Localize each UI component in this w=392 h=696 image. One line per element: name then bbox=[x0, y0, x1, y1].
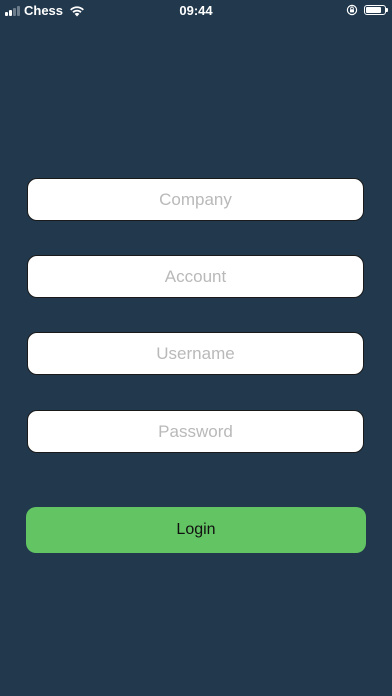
status-time: 09:44 bbox=[179, 3, 213, 18]
password-field[interactable] bbox=[27, 410, 364, 453]
login-screen: Chess 09:44 Login bbox=[0, 0, 392, 696]
battery-level bbox=[366, 7, 381, 13]
login-button[interactable]: Login bbox=[26, 507, 366, 553]
status-bar: Chess 09:44 bbox=[0, 0, 392, 22]
status-bar-right bbox=[346, 4, 388, 16]
company-field[interactable] bbox=[27, 178, 364, 221]
username-field[interactable] bbox=[27, 332, 364, 375]
battery-icon bbox=[364, 5, 388, 15]
account-field[interactable] bbox=[27, 255, 364, 298]
orientation-lock-icon bbox=[346, 4, 358, 16]
